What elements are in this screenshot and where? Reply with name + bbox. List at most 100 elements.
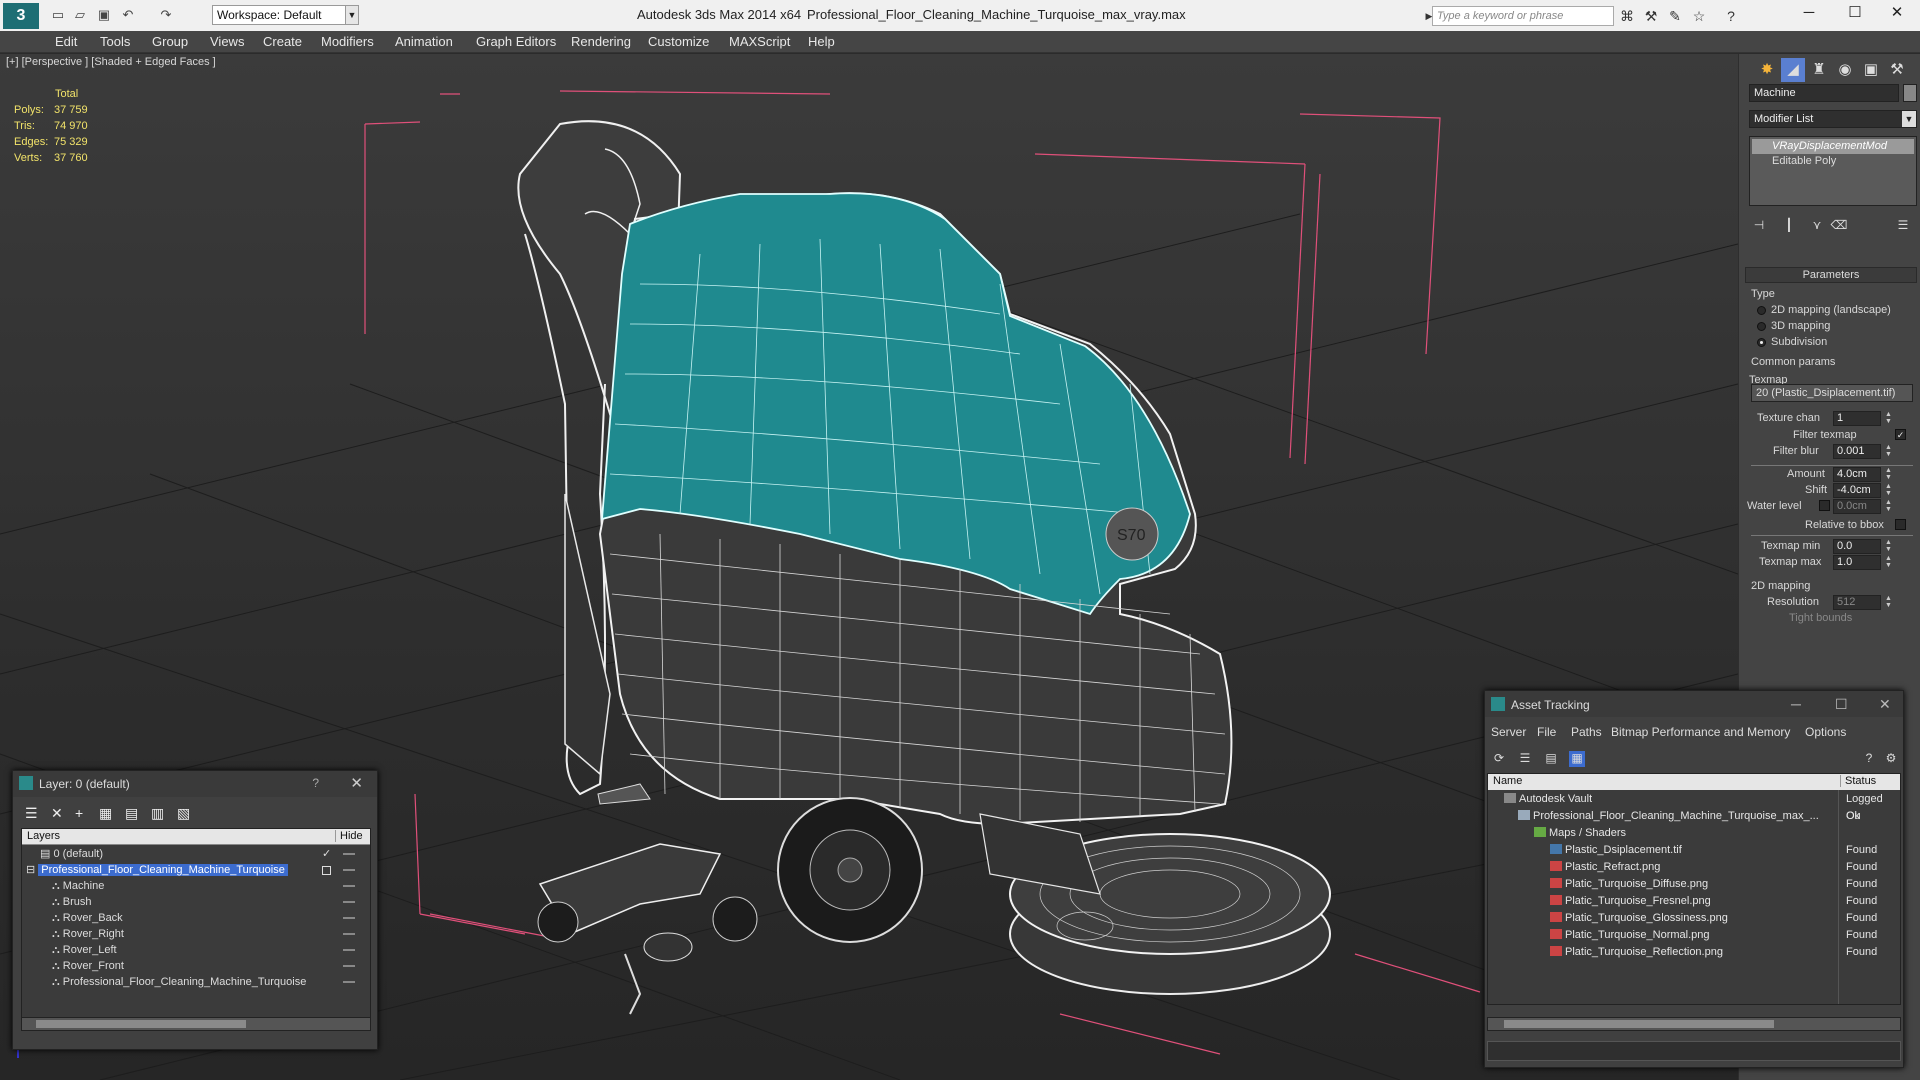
texmap-min-field[interactable]: 0.0 (1833, 539, 1881, 554)
maximize-button[interactable]: ☐ (1832, 0, 1878, 28)
maximize-icon[interactable]: ☐ (1835, 696, 1848, 713)
texmap-button[interactable]: 20 (Plastic_Dsiplacement.tif) (1751, 384, 1913, 402)
stack-item-vray-displacement[interactable]: VRayDisplacementMod (1752, 139, 1914, 154)
water-level-checkbox[interactable] (1819, 500, 1830, 511)
layer-object-row[interactable]: ⛬ Rover_Right (22, 926, 370, 942)
add-to-layer-icon[interactable]: + (75, 805, 83, 821)
filter-blur-field[interactable]: 0.001 (1833, 444, 1881, 459)
minimize-button[interactable]: ─ (1786, 0, 1832, 28)
asset-row[interactable]: Platic_Turquoise_Fresnel.png Found (1488, 893, 1900, 910)
menu-server[interactable]: Server (1491, 725, 1526, 739)
select-objects-icon[interactable]: ▦ (99, 805, 112, 822)
motion-tab-icon[interactable]: ◉ (1833, 58, 1857, 82)
stack-item-editable-poly[interactable]: Editable Poly (1752, 154, 1914, 169)
favorites-star-icon[interactable]: ☆ (1690, 7, 1708, 25)
spinner-icon[interactable]: ▲ ▼ (1885, 595, 1893, 610)
asset-row[interactable]: Platic_Turquoise_Reflection.png Found (1488, 944, 1900, 961)
column-layers[interactable]: Layers (27, 830, 60, 842)
column-status[interactable]: Status (1840, 775, 1900, 787)
asset-row[interactable]: Plastic_Dsiplacement.tif Found (1488, 842, 1900, 859)
spinner-icon[interactable]: ▲ ▼ (1885, 483, 1893, 498)
amount-field[interactable]: 4.0cm (1833, 467, 1881, 482)
viewport-label[interactable]: [+] [Perspective ] [Shaded + Edged Faces… (6, 56, 216, 68)
spinner-icon[interactable]: ▲ ▼ (1885, 539, 1893, 554)
new-file-icon[interactable]: ▭ (50, 8, 66, 22)
remove-modifier-icon[interactable]: ⌫ (1829, 218, 1849, 236)
object-color-swatch[interactable] (1903, 84, 1917, 102)
asset-row[interactable]: Platic_Turquoise_Glossiness.png Found (1488, 910, 1900, 927)
list-view-icon[interactable]: ☰ (1517, 751, 1533, 767)
horizontal-scrollbar[interactable] (1487, 1017, 1901, 1031)
spinner-icon[interactable]: ▲ ▼ (1885, 467, 1893, 482)
asset-path-field[interactable] (1487, 1041, 1901, 1061)
show-end-result-icon[interactable]: ┃ (1779, 218, 1799, 236)
asset-row[interactable]: Professional_Floor_Cleaning_Machine_Turq… (1488, 808, 1900, 825)
undo-icon[interactable]: ↶ (120, 8, 136, 22)
tree-view-icon[interactable]: ▤ (1543, 751, 1559, 767)
layer-object-row[interactable]: ⛬ Rover_Front (22, 958, 370, 974)
spinner-icon[interactable]: ▲ ▼ (1885, 499, 1893, 514)
modifier-list-dropdown[interactable]: Modifier List ▼ (1749, 110, 1917, 128)
menu-paths[interactable]: Paths (1571, 725, 1602, 739)
menu-tools[interactable]: Tools (100, 34, 130, 49)
chevron-down-icon[interactable]: ▼ (345, 5, 359, 25)
vault-connect-icon[interactable]: ⚙ (1883, 751, 1899, 767)
utilities-tab-icon[interactable]: ⚒ (1885, 58, 1909, 82)
column-name[interactable]: Name (1493, 775, 1522, 787)
menu-bitmap-performance[interactable]: Bitmap Performance and Memory (1611, 725, 1790, 739)
layer-object-row[interactable]: ⛬ Brush (22, 894, 370, 910)
menu-graph-editors[interactable]: Graph Editors (476, 34, 556, 49)
help-button[interactable]: ? (312, 776, 319, 790)
communication-icon[interactable]: ✎ (1666, 7, 1684, 25)
menu-views[interactable]: Views (210, 34, 244, 49)
binoculars-icon[interactable]: ⌘ (1618, 7, 1636, 25)
menu-customize[interactable]: Customize (648, 34, 709, 49)
asset-row[interactable]: Plastic_Refract.png Found (1488, 859, 1900, 876)
texture-chan-field[interactable]: 1 (1833, 411, 1881, 426)
redo-icon[interactable]: ↷ (158, 8, 174, 22)
app-logo-button[interactable]: 3 (3, 3, 39, 29)
menu-edit[interactable]: Edit (55, 34, 77, 49)
subscription-icon[interactable]: ⚒ (1642, 7, 1660, 25)
menu-maxscript[interactable]: MAXScript (729, 34, 790, 49)
layer-row[interactable]: ⊟ Professional_Floor_Cleaning_Machine_Tu… (22, 862, 370, 878)
column-hide[interactable]: Hide (335, 830, 363, 842)
menu-file[interactable]: File (1537, 725, 1556, 739)
hide-all-icon[interactable]: ▥ (151, 805, 164, 822)
asset-row[interactable]: Platic_Turquoise_Normal.png Found (1488, 927, 1900, 944)
menu-rendering[interactable]: Rendering (571, 34, 631, 49)
minimize-icon[interactable]: ─ (1791, 696, 1801, 712)
asset-row[interactable]: Autodesk Vault Logged Ou (1488, 791, 1900, 822)
help-icon[interactable]: ? (1722, 7, 1740, 25)
asset-row[interactable]: Platic_Turquoise_Diffuse.png Found (1488, 876, 1900, 893)
parameters-rollout-header[interactable]: Parameters (1745, 267, 1917, 283)
menu-animation[interactable]: Animation (395, 34, 453, 49)
relative-bbox-checkbox[interactable] (1895, 519, 1906, 530)
menu-help[interactable]: Help (808, 34, 835, 49)
new-layer-icon[interactable]: ☰ (25, 805, 38, 822)
resolution-field[interactable]: 512 (1833, 595, 1881, 610)
close-icon[interactable]: ✕ (350, 774, 363, 792)
workspace-dropdown[interactable]: Workspace: Default (212, 5, 358, 25)
save-file-icon[interactable]: ▣ (96, 8, 112, 22)
refresh-icon[interactable]: ⟳ (1491, 751, 1507, 767)
menu-modifiers[interactable]: Modifiers (321, 34, 374, 49)
layer-object-row[interactable]: ⛬ Rover_Back (22, 910, 370, 926)
radio-3d-mapping[interactable] (1757, 322, 1766, 331)
horizontal-scrollbar[interactable] (21, 1017, 371, 1031)
shift-field[interactable]: -4.0cm (1833, 483, 1881, 498)
vault-help-icon[interactable]: ? (1861, 751, 1877, 767)
pin-stack-icon[interactable]: ⊣ (1749, 218, 1769, 236)
radio-2d-mapping[interactable] (1757, 306, 1766, 315)
radio-subdivision[interactable] (1757, 338, 1766, 347)
table-view-icon[interactable]: ▦ (1569, 751, 1585, 767)
menu-options[interactable]: Options (1805, 725, 1846, 739)
object-name-field[interactable]: Machine (1749, 84, 1899, 102)
create-tab-icon[interactable]: ✸ (1755, 58, 1779, 82)
menu-create[interactable]: Create (263, 34, 302, 49)
chevron-down-icon[interactable]: ▼ (1902, 111, 1916, 127)
spinner-icon[interactable]: ▲ ▼ (1885, 411, 1893, 426)
highlight-selected-icon[interactable]: ▤ (125, 805, 138, 822)
asset-window-title[interactable]: Asset Tracking ─ ☐ ✕ (1485, 691, 1903, 717)
layer-object-row[interactable]: ⛬ Professional_Floor_Cleaning_Machine_Tu… (22, 974, 370, 990)
